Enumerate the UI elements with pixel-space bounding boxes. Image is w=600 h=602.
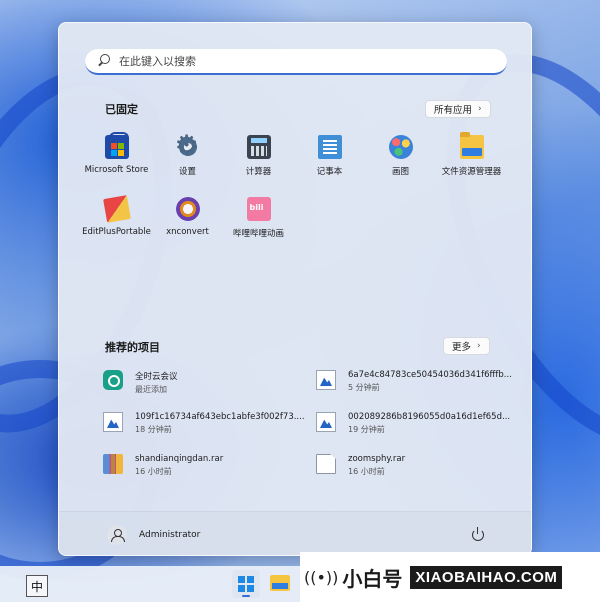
recommended-list: 全时云会议 最近添加 6a7e4c84783ce50454036d341f6ff… [103, 367, 512, 493]
search-box[interactable] [85, 49, 507, 75]
app-label: 文件资源管理器 [441, 167, 502, 177]
file-explorer-icon [459, 132, 484, 159]
broadcast-icon: ((•)) [304, 567, 339, 587]
item-time: 16 小时前 [348, 467, 385, 476]
pinned-app-xnconvert[interactable]: xnconvert [152, 195, 223, 257]
more-label: 更多 [452, 342, 472, 353]
recommended-item[interactable]: zoomsphy.rar 16 小时前 [316, 451, 503, 493]
bilibili-icon [246, 197, 271, 221]
item-name: 109f1c16734af643ebc1abfe3f002f73.... [135, 412, 305, 422]
pinned-app-file-explorer[interactable]: 文件资源管理器 [436, 132, 507, 195]
item-name: 6a7e4c84783ce50454036d341f6fffb... [348, 370, 512, 380]
image-file-icon [316, 412, 336, 432]
taskbar-file-explorer-icon[interactable] [270, 575, 290, 591]
power-icon[interactable] [471, 527, 485, 541]
xnconvert-icon [175, 197, 200, 221]
app-label: 记事本 [316, 167, 343, 177]
more-button[interactable]: 更多 › [443, 337, 490, 355]
paint-icon [388, 135, 413, 159]
settings-gear-icon [175, 130, 200, 161]
rar-archive-icon [103, 454, 123, 474]
recommended-item[interactable]: 109f1c16734af643ebc1abfe3f002f73.... 18 … [103, 409, 316, 451]
item-name: 002089286b8196055d0a16d1ef65d... [348, 412, 511, 422]
user-name: Administrator [139, 530, 201, 540]
app-label: 计算器 [245, 167, 272, 177]
blank-file-icon [316, 454, 336, 474]
image-file-icon [103, 412, 123, 432]
user-account-button[interactable]: Administrator [107, 525, 200, 545]
windows-logo-icon [238, 576, 254, 592]
app-label: xnconvert [166, 227, 209, 237]
start-button[interactable] [232, 570, 260, 598]
all-apps-button[interactable]: 所有应用 › [425, 100, 491, 118]
pinned-app-microsoft-store[interactable]: Microsoft Store [81, 132, 152, 195]
editplus-icon [102, 195, 131, 223]
microsoft-store-icon [104, 132, 129, 159]
recommended-item[interactable]: 全时云会议 最近添加 [103, 367, 316, 409]
user-avatar-icon [107, 525, 127, 545]
app-label: 画图 [391, 167, 409, 177]
item-name: shandianqingdan.rar [135, 454, 224, 464]
pinned-apps-grid: Microsoft Store 设置 计算器 记事本 画图 文件资源管理器 Ed… [81, 130, 511, 257]
recommended-item[interactable]: 6a7e4c84783ce50454036d341f6fffb... 5 分钟前 [316, 367, 512, 409]
ime-indicator[interactable]: 中 [26, 575, 48, 597]
pinned-app-notepad[interactable]: 记事本 [294, 133, 365, 195]
brand-cn: 小白号 [342, 566, 403, 591]
app-label: 设置 [178, 167, 196, 177]
search-input[interactable] [119, 54, 499, 68]
app-label: Microsoft Store [84, 165, 149, 175]
brand-en: XIAOBAIHAO.COM [410, 565, 563, 589]
calculator-icon [246, 135, 271, 159]
start-menu-footer: Administrator [59, 511, 531, 555]
watermark-brand: ((•)) 小白号 XIAOBAIHAO.COM [300, 552, 600, 602]
app-label: 哔哩哔哩动画 [232, 229, 284, 239]
pinned-app-paint[interactable]: 画图 [365, 133, 436, 195]
meeting-app-icon [103, 370, 123, 390]
item-time: 5 分钟前 [348, 383, 380, 392]
notepad-icon [317, 135, 342, 159]
all-apps-label: 所有应用 [434, 105, 473, 116]
pinned-app-bilibili[interactable]: 哔哩哔哩动画 [223, 195, 294, 257]
pinned-app-settings[interactable]: 设置 [152, 130, 223, 195]
pinned-app-calculator[interactable]: 计算器 [223, 133, 294, 195]
pinned-title: 已固定 [105, 103, 138, 116]
recommended-item[interactable]: 002089286b8196055d0a16d1ef65d... 19 分钟前 [316, 409, 510, 451]
chevron-right-icon: › [478, 104, 482, 114]
recommended-item[interactable]: shandianqingdan.rar 16 小时前 [103, 451, 316, 493]
item-time: 16 小时前 [135, 467, 172, 476]
chevron-right-icon: › [477, 341, 481, 351]
item-name: zoomsphy.rar [348, 454, 406, 464]
start-menu: 已固定 所有应用 › Microsoft Store 设置 计算器 记事本 [58, 22, 532, 556]
recommended-title: 推荐的项目 [105, 341, 160, 354]
item-time: 18 分钟前 [135, 425, 172, 434]
app-label: EditPlusPortable [82, 227, 151, 237]
search-icon [97, 54, 111, 68]
image-file-icon [316, 370, 336, 390]
active-indicator [242, 595, 250, 597]
item-time: 最近添加 [135, 385, 167, 394]
item-name: 全时云会议 [135, 372, 178, 382]
item-time: 19 分钟前 [348, 425, 385, 434]
pinned-app-editplus[interactable]: EditPlusPortable [81, 195, 152, 257]
